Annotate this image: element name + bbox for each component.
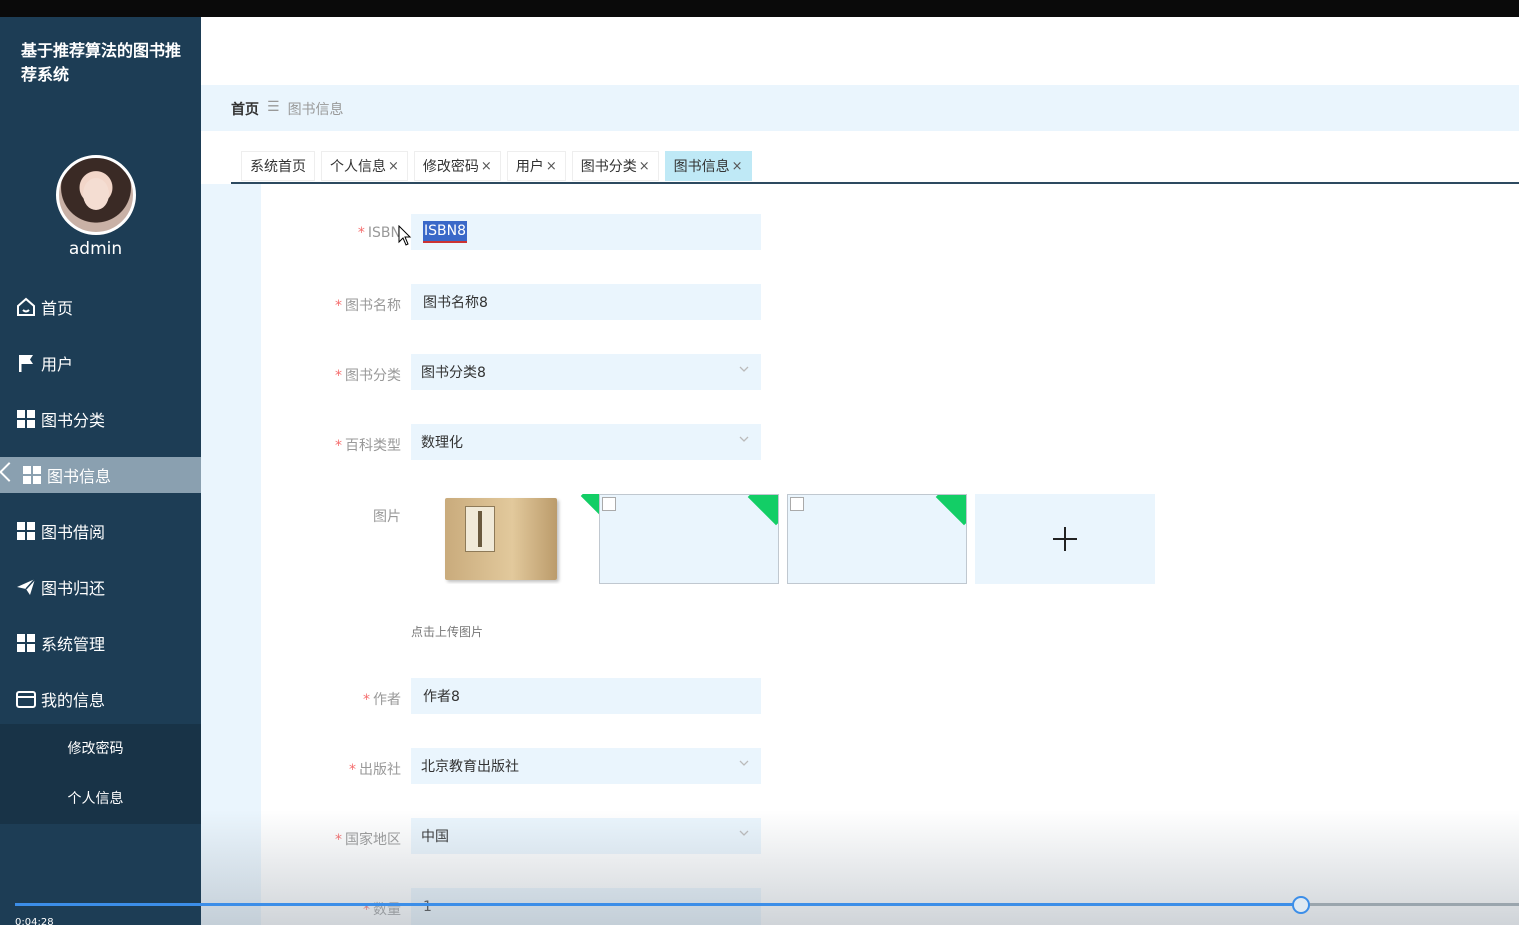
sidebar-item-label: 系统管理 bbox=[41, 635, 106, 654]
sidebar-item-label: 图书信息 bbox=[47, 467, 112, 486]
grid-icon bbox=[15, 408, 37, 430]
tab-label: 修改密码 bbox=[422, 159, 479, 175]
sidebar-item-label: 首页 bbox=[41, 299, 74, 318]
breadcrumb-home[interactable]: 首页 bbox=[231, 99, 259, 119]
home-icon bbox=[15, 296, 37, 318]
sidebar-item-book-info[interactable]: 图书信息 bbox=[0, 457, 201, 493]
tab-label: 用户 bbox=[515, 159, 544, 175]
chevron-down-icon bbox=[739, 830, 749, 836]
broken-image-icon bbox=[602, 497, 616, 511]
grid-icon bbox=[21, 464, 43, 486]
book-name-label: * 图书名称 bbox=[335, 298, 401, 314]
tab-label: 系统首页 bbox=[250, 159, 306, 175]
isbn-label: * ISBN bbox=[357, 225, 401, 241]
tab-book-info[interactable]: 图书信息 × bbox=[664, 151, 752, 181]
broken-image-icon bbox=[790, 497, 804, 511]
isbn-value: ISBN8 bbox=[423, 221, 467, 243]
tabs-bar: 系统首页 个人信息 × 修改密码 × 用户 × 图书分类 × 图书信息 × bbox=[231, 131, 1519, 184]
flag-icon bbox=[15, 352, 37, 374]
region-select[interactable]: 中国 bbox=[411, 818, 761, 854]
grid-icon bbox=[15, 632, 37, 654]
encyclopedia-type-label: * 百科类型 bbox=[335, 438, 401, 454]
video-progress-fill bbox=[15, 903, 1301, 906]
sidebar-item-label: 图书归还 bbox=[41, 579, 106, 598]
region-label: * 国家地区 bbox=[335, 832, 401, 848]
header bbox=[201, 17, 1519, 85]
close-icon[interactable]: × bbox=[546, 159, 557, 174]
sidebar-item-my-info[interactable]: 我的信息 bbox=[0, 671, 201, 727]
encyclopedia-type-select[interactable]: 数理化 bbox=[411, 424, 761, 460]
sidebar-item-book-return[interactable]: 图书归还 bbox=[0, 559, 201, 615]
uploaded-image-2[interactable] bbox=[599, 494, 779, 584]
tab-label: 图书分类 bbox=[580, 159, 637, 175]
chevron-down-icon bbox=[739, 760, 749, 766]
sidebar-item-label: 我的信息 bbox=[41, 691, 106, 710]
upload-success-badge bbox=[935, 495, 966, 526]
content-gutter bbox=[201, 184, 261, 925]
sidebar-item-label: 用户 bbox=[41, 355, 74, 374]
send-icon bbox=[15, 576, 37, 598]
app-title: 基于推荐算法的图书推荐系统 bbox=[21, 41, 182, 84]
book-category-select[interactable]: 图书分类8 bbox=[411, 354, 761, 390]
plus-icon bbox=[1053, 527, 1077, 551]
book-name-input[interactable]: 图书名称8 bbox=[411, 284, 761, 320]
sidebar-item-book-category[interactable]: 图书分类 bbox=[0, 391, 201, 447]
book-category-label: * 图书分类 bbox=[335, 368, 401, 384]
video-top-bar bbox=[0, 0, 1519, 17]
sidebar-item-label: 图书分类 bbox=[41, 411, 106, 430]
isbn-input[interactable]: ISBN8 bbox=[411, 214, 761, 250]
sidebar-item-label: 图书借阅 bbox=[41, 523, 106, 542]
tab-label: 图书信息 bbox=[673, 159, 730, 175]
tab-book-category[interactable]: 图书分类 × bbox=[571, 151, 659, 181]
image-upload-button[interactable] bbox=[975, 494, 1155, 584]
sidebar: 基于推荐算法的图书推荐系统 admin 首页 用户 图书分类 图书信息 图书借阅… bbox=[0, 17, 201, 925]
uploaded-image-3[interactable] bbox=[787, 494, 967, 584]
sidebar-item-book-borrow[interactable]: 图书借阅 bbox=[0, 503, 201, 559]
video-progress-handle[interactable] bbox=[1292, 896, 1310, 914]
submenu-profile[interactable]: 个人信息 bbox=[0, 774, 201, 824]
upload-success-badge bbox=[747, 495, 778, 526]
tab-change-password[interactable]: 修改密码 × bbox=[413, 151, 501, 181]
tab-label: 个人信息 bbox=[330, 159, 386, 175]
sidebar-item-system[interactable]: 系统管理 bbox=[0, 615, 201, 671]
sidebar-nav: 首页 用户 图书分类 图书信息 图书借阅 图书归还 系统管理 我的信息 bbox=[0, 279, 201, 727]
sidebar-item-users[interactable]: 用户 bbox=[0, 335, 201, 391]
author-input[interactable]: 作者8 bbox=[411, 678, 761, 714]
author-label: * 作者 bbox=[363, 692, 401, 708]
submenu-change-password[interactable]: 修改密码 bbox=[0, 724, 201, 774]
chevron-down-icon bbox=[739, 366, 749, 372]
chevron-down-icon bbox=[739, 436, 749, 442]
images-label: 图片 bbox=[373, 509, 401, 525]
tab-users[interactable]: 用户 × bbox=[506, 151, 566, 181]
breadcrumb-separator-icon: ☰ bbox=[267, 99, 280, 115]
breadcrumb-bar: 首页 ☰ 图书信息 bbox=[201, 85, 1519, 131]
breadcrumb-current: 图书信息 bbox=[287, 102, 344, 118]
username: admin bbox=[68, 239, 123, 259]
upload-hint: 点击上传图片 bbox=[411, 625, 484, 639]
close-icon[interactable]: × bbox=[388, 159, 399, 174]
breadcrumb: 首页 ☰ 图书信息 bbox=[231, 99, 344, 119]
mouse-cursor-icon bbox=[398, 225, 412, 246]
tab-profile[interactable]: 个人信息 × bbox=[321, 151, 408, 181]
grid-icon bbox=[15, 520, 37, 542]
close-icon[interactable]: × bbox=[732, 159, 743, 174]
quantity-input[interactable]: 1 bbox=[411, 888, 761, 925]
quantity-label: * 数量 bbox=[363, 902, 401, 918]
publisher-label: * 出版社 bbox=[349, 762, 401, 778]
my-info-submenu: 修改密码 个人信息 bbox=[0, 724, 201, 824]
sidebar-item-home[interactable]: 首页 bbox=[0, 279, 201, 335]
wallet-icon bbox=[15, 688, 37, 710]
close-icon[interactable]: × bbox=[481, 159, 492, 174]
uploaded-image-1[interactable] bbox=[431, 494, 611, 584]
tab-system-home[interactable]: 系统首页 bbox=[241, 151, 315, 181]
close-icon[interactable]: × bbox=[639, 159, 650, 174]
book-cover-image bbox=[445, 498, 557, 580]
video-time: 0:04:28 bbox=[15, 917, 54, 925]
publisher-select[interactable]: 北京教育出版社 bbox=[411, 748, 761, 784]
avatar[interactable] bbox=[56, 155, 136, 235]
